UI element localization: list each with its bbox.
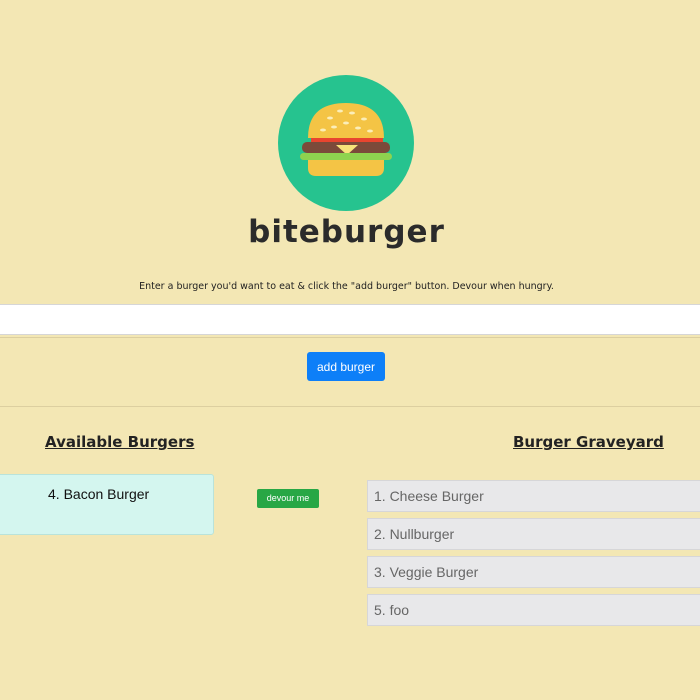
divider	[0, 337, 700, 338]
graveyard-item: 3. Veggie Burger	[367, 556, 700, 588]
divider	[0, 406, 700, 407]
available-burger-label: 4. Bacon Burger	[48, 486, 150, 502]
graveyard-item: 2. Nullburger	[367, 518, 700, 550]
graveyard-list: 1. Cheese Burger 2. Nullburger 3. Veggie…	[367, 480, 700, 632]
graveyard-item: 1. Cheese Burger	[367, 480, 700, 512]
burger-name-input[interactable]	[0, 304, 700, 335]
available-burger-item: 4. Bacon Burger	[0, 474, 214, 535]
instructions-text: Enter a burger you'd want to eat & click…	[139, 281, 554, 292]
graveyard-item: 5. foo	[367, 594, 700, 626]
burger-logo-icon	[278, 75, 414, 211]
page: biteburger Enter a burger you'd want to …	[0, 0, 700, 700]
burger-graveyard-heading: Burger Graveyard	[513, 433, 664, 451]
devour-button[interactable]: devour me	[257, 489, 319, 508]
brand-title: biteburger	[248, 214, 445, 250]
available-burgers-heading: Available Burgers	[45, 433, 195, 451]
add-burger-button[interactable]: add burger	[307, 352, 385, 381]
